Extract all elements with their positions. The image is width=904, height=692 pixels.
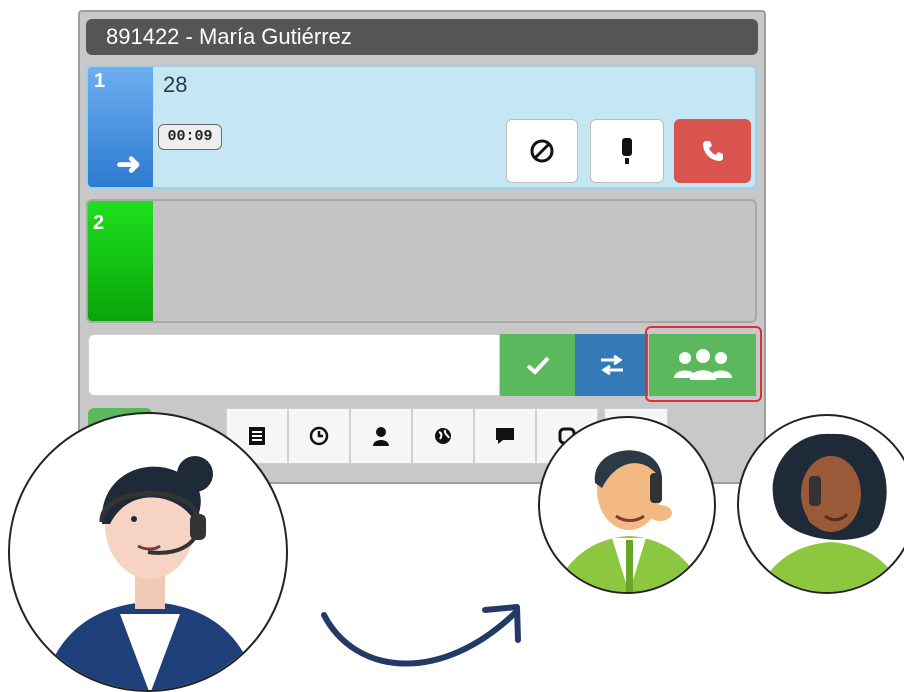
call-timer: 00:09 <box>158 124 222 150</box>
woman-on-phone-icon <box>758 433 903 592</box>
web-icon <box>435 428 451 444</box>
outgoing-arrow-icon: ➜ <box>116 148 142 181</box>
block-button[interactable] <box>506 119 578 183</box>
mute-icon <box>622 138 632 164</box>
block-icon <box>530 139 554 163</box>
chat-icon <box>496 428 514 444</box>
transfer-curve-arrow-icon <box>321 604 521 667</box>
line-2-panel <box>86 199 757 323</box>
agent-illustration <box>8 412 288 692</box>
man-on-phone-icon <box>554 450 704 592</box>
history-button[interactable] <box>288 408 350 464</box>
caller-woman-illustration <box>737 414 904 594</box>
web-button[interactable] <box>412 408 474 464</box>
notes-icon <box>249 427 265 445</box>
line-2-number: 2 <box>93 212 105 234</box>
hangup-phone-icon <box>702 141 723 161</box>
mute-button[interactable] <box>590 119 664 183</box>
chat-button[interactable] <box>474 408 536 464</box>
conference-highlight-frame <box>645 326 762 402</box>
agent-with-headset-icon <box>42 456 258 690</box>
transfer-button[interactable] <box>575 334 648 396</box>
call-title-bar: 891422 - María Gutiérrez <box>86 19 758 55</box>
history-icon <box>309 426 329 446</box>
dialed-number: 28 <box>163 72 188 97</box>
contact-icon <box>373 427 389 446</box>
check-icon <box>526 356 549 375</box>
confirm-button[interactable] <box>500 334 575 396</box>
contact-button[interactable] <box>350 408 412 464</box>
transfer-arrows-icon <box>600 354 623 376</box>
dial-number-input[interactable] <box>88 334 500 396</box>
caller-man-illustration <box>538 416 716 594</box>
hangup-button[interactable] <box>674 119 751 183</box>
line-1-number: 1 <box>94 70 106 92</box>
